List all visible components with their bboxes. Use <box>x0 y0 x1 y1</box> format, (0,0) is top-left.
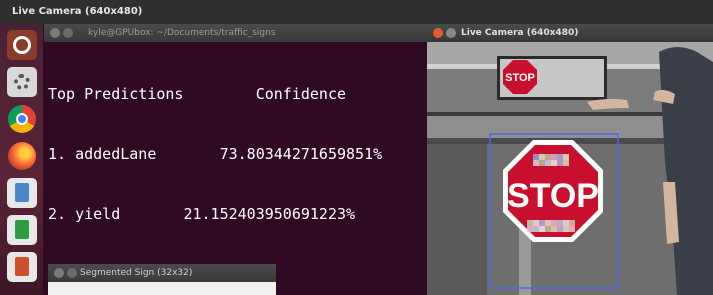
terminal-line-prediction-2: 2. yield 21.152403950691223% <box>48 205 356 223</box>
top-panel: Live Camera (640x480) <box>0 0 713 24</box>
close-icon[interactable] <box>50 28 60 38</box>
camera-titlebar[interactable]: Live Camera (640x480) <box>427 24 713 42</box>
minimize-icon[interactable] <box>446 28 456 38</box>
camera-title: Live Camera (640x480) <box>461 28 579 38</box>
minimize-icon[interactable] <box>63 28 73 38</box>
calc-icon[interactable] <box>7 215 37 245</box>
writer-icon[interactable] <box>7 178 37 208</box>
terminal-output[interactable]: Top Predictions Confidence 1. addedLane … <box>48 44 427 295</box>
impress-icon[interactable] <box>7 252 37 282</box>
segmented-sign-title: Segmented Sign (32x32) <box>80 268 193 278</box>
firefox-icon[interactable] <box>7 141 37 171</box>
minimize-icon[interactable] <box>67 268 77 278</box>
stop-sign-text: STOP <box>507 177 599 215</box>
camera-feed: STOP STOP <box>427 42 713 295</box>
close-icon[interactable] <box>54 268 64 278</box>
terminal-title: kyle@GPUbox: ~/Documents/traffic_signs <box>88 28 276 38</box>
chrome-icon[interactable] <box>7 104 37 134</box>
settings-icon[interactable] <box>7 67 37 97</box>
camera-window[interactable]: Live Camera (640x480) STOP STOP <box>427 24 713 295</box>
active-window-title: Live Camera (640x480) <box>12 6 143 17</box>
terminal-titlebar[interactable]: kyle@GPUbox: ~/Documents/traffic_signs <box>44 24 427 42</box>
launcher-sidebar <box>0 24 44 295</box>
monitor-sign-text: STOP <box>505 72 535 84</box>
close-icon[interactable] <box>433 28 443 38</box>
terminal-window[interactable]: kyle@GPUbox: ~/Documents/traffic_signs T… <box>44 24 427 295</box>
segmented-sign-window[interactable]: Segmented Sign (32x32) <box>48 264 276 295</box>
ubuntu-icon[interactable] <box>7 30 37 60</box>
pixelated-patch-top <box>533 154 569 166</box>
pixelated-patch-bottom <box>527 220 575 232</box>
terminal-line-prediction-1: 1. addedLane 73.80344271659851% <box>48 145 383 163</box>
terminal-line-header: Top Predictions Confidence <box>48 85 347 103</box>
segmented-sign-titlebar[interactable]: Segmented Sign (32x32) <box>48 264 276 282</box>
desktop-screen: Live Camera (640x480) kyle@GPUbox: ~/Doc… <box>0 0 713 295</box>
